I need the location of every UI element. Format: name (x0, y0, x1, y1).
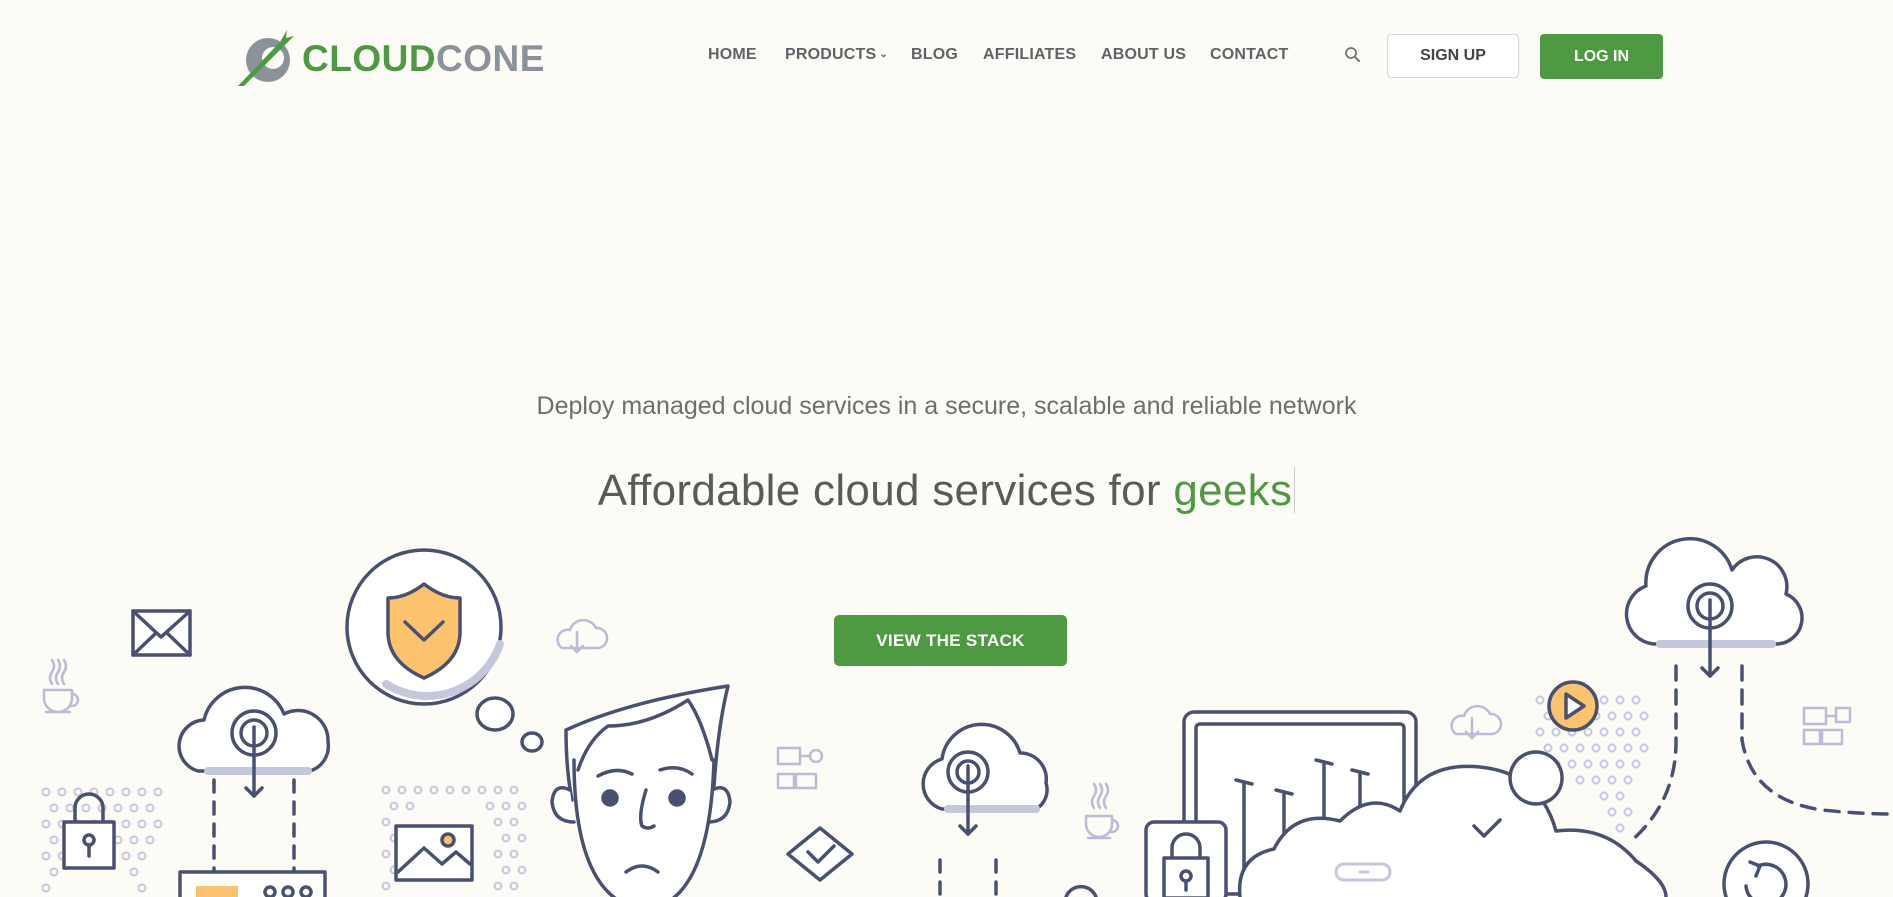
device-icon (178, 870, 327, 897)
image-icon (394, 824, 474, 882)
diamond-check-icon (786, 826, 854, 882)
play-icon (1547, 680, 1599, 732)
coffee-cup-icon (42, 658, 80, 714)
cloud-download-icon (921, 722, 1049, 897)
refresh-icon (1722, 840, 1810, 897)
flowchart-icon (1802, 706, 1852, 746)
cloud-download-icon (1450, 704, 1503, 740)
cloud-download-icon (1624, 537, 1893, 844)
person-icon (550, 684, 732, 897)
mail-icon (131, 609, 192, 657)
flowchart-icon (776, 746, 824, 790)
cloud-download-icon (556, 618, 609, 654)
cloud-lock-icon (177, 685, 331, 872)
view-the-stack-button[interactable]: VIEW THE STACK (834, 615, 1067, 666)
hero-illustration (41, 537, 1893, 897)
shield-icon (345, 548, 544, 753)
padlock-icon (1144, 820, 1228, 897)
coffee-cup-icon (1084, 782, 1120, 840)
